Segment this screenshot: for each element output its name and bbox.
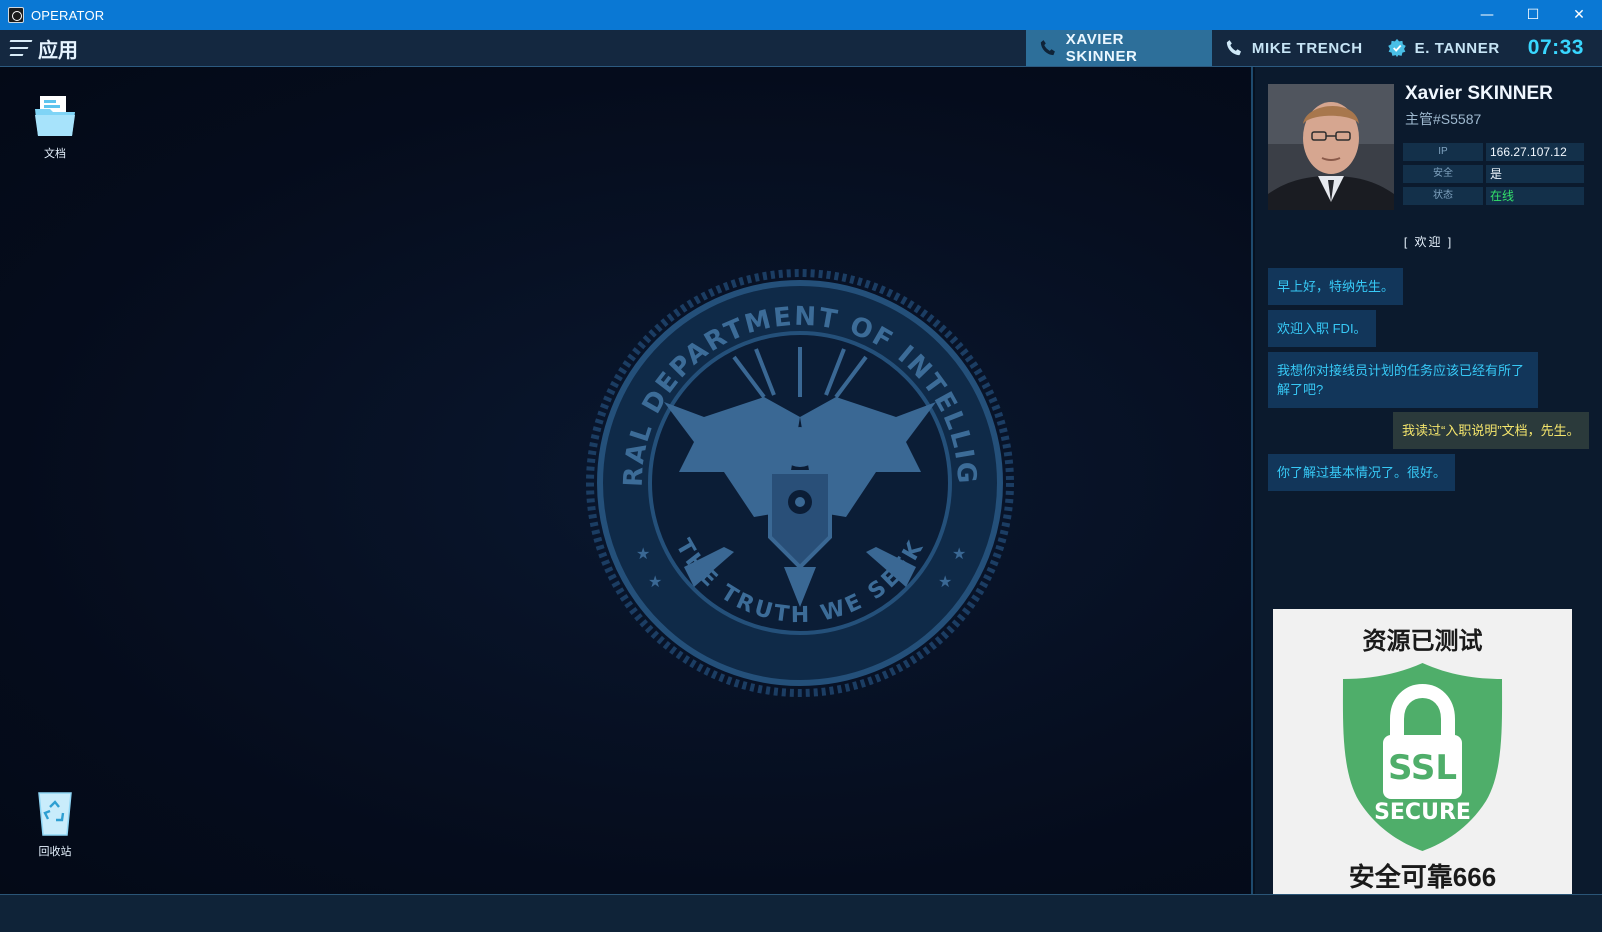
window-titlebar: OPERATOR — ☐ ✕ (0, 0, 1602, 30)
desktop-icon-label: 文档 (44, 148, 66, 160)
svg-text:★: ★ (952, 544, 966, 563)
chat-message-self: 我读过“入职说明”文档，先生。 (1393, 412, 1589, 449)
chat-message: 欢迎入职 FDI。 (1268, 310, 1376, 347)
info-row-secure: 安全 是 (1403, 165, 1584, 183)
profile-name: Xavier SKINNER (1405, 83, 1553, 104)
desktop: 文档 回收站 FEDERAL DEPARTMENT OF INTELLIGENC… (0, 67, 1253, 894)
svg-text:★: ★ (648, 572, 662, 591)
folder-icon (35, 96, 75, 136)
desktop-icon-label: 回收站 (38, 846, 72, 858)
apps-menu-label: 应用 (38, 39, 78, 62)
svg-text:★: ★ (938, 572, 952, 591)
info-value: 166.27.107.12 (1486, 143, 1584, 161)
chat-header: [ 欢迎 ] (1403, 235, 1454, 249)
ssl-text: SSL (1388, 748, 1457, 788)
minimize-button[interactable]: — (1464, 0, 1510, 30)
window-controls: — ☐ ✕ (1464, 0, 1602, 30)
fdi-seal-emblem: FEDERAL DEPARTMENT OF INTELLIGENCE THE T… (584, 267, 1014, 697)
status-badge: 在线 (1486, 187, 1584, 205)
phone-icon (1226, 40, 1241, 56)
desktop-icon-documents[interactable]: 文档 (19, 93, 91, 161)
phone-icon (1040, 40, 1055, 56)
chat-message: 你了解过基本情况了。很好。 (1268, 454, 1456, 491)
contact-tab-mike-trench[interactable]: MIKE TRENCH (1212, 30, 1375, 66)
badge-top-text: 资源已测试 (1362, 628, 1483, 655)
avatar (1268, 84, 1394, 210)
shield-lock-icon: SSL SECURE (1342, 663, 1503, 851)
app-logo-icon (8, 7, 24, 23)
chat-message: 我想你对接线员计划的任务应该已经有所了解了吧? (1268, 352, 1538, 408)
close-button[interactable]: ✕ (1556, 0, 1602, 30)
contact-tab-e-tanner[interactable]: E. TANNER (1375, 30, 1512, 66)
svg-text:★: ★ (636, 544, 650, 563)
chat-message: 早上好，特纳先生。 (1268, 268, 1404, 305)
maximize-button[interactable]: ☐ (1510, 0, 1556, 30)
info-key: IP (1403, 143, 1483, 161)
apps-menu-button[interactable]: 应用 (9, 36, 78, 62)
info-value: 是 (1486, 165, 1584, 183)
info-row-ip: IP 166.27.107.12 (1403, 143, 1584, 161)
contact-tabs: XAVIER SKINNER MIKE TRENCH E. TANNER 07:… (1025, 30, 1602, 66)
contact-name: MIKE TRENCH (1251, 39, 1363, 57)
bottom-taskbar (0, 894, 1602, 932)
desktop-icon-recycle-bin[interactable]: 回收站 (19, 789, 91, 859)
hamburger-menu-icon (9, 40, 33, 56)
clock: 07:33 (1527, 36, 1584, 59)
info-key: 状态 (1403, 187, 1483, 205)
contact-tab-xavier-skinner[interactable]: XAVIER SKINNER (1025, 30, 1212, 66)
info-row-status: 状态 在线 (1403, 187, 1584, 205)
secure-text: SECURE (1374, 800, 1471, 825)
recycle-bin-icon (38, 792, 72, 836)
contact-name: XAVIER SKINNER (1065, 31, 1138, 65)
badge-bottom-text: 安全可靠666 (1348, 862, 1497, 892)
app-bar: 应用 XAVIER SKINNER MIKE TRENCH E. TANNER … (0, 30, 1602, 67)
badge-icon (1387, 38, 1406, 58)
contact-name: E. TANNER (1414, 39, 1500, 57)
profile-role: 主管#S5587 (1405, 111, 1482, 127)
ssl-secure-badge: 资源已测试 SSL SECURE 安全可靠666 (1273, 609, 1572, 908)
window-title: OPERATOR (31, 7, 105, 23)
info-key: 安全 (1403, 165, 1483, 183)
